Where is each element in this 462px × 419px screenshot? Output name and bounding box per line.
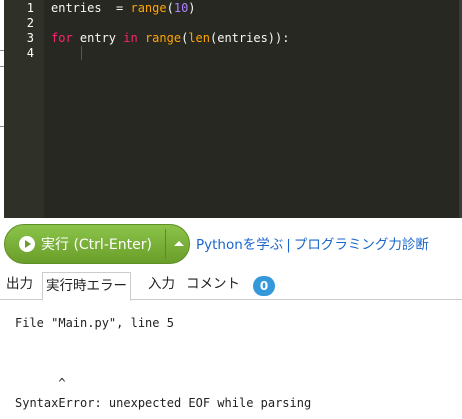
app-window: 1 2 3 4 entries = range(10) for entry in… [0,0,462,419]
code-token-function: range [130,1,167,15]
code-line-3[interactable]: for entry in range(len(entries)): [51,30,289,46]
run-toolbar: 実行 (Ctrl-Enter) Pythonを学ぶ | プログラミング力診断 [0,218,462,264]
code-token-operator: = [101,1,131,15]
tab-input[interactable]: 入力 [148,273,175,300]
run-button-group: 実行 (Ctrl-Enter) [4,224,190,264]
code-token-paren: ( [166,1,174,15]
code-token-variable: entries [51,1,102,15]
tab-runtime-error[interactable]: 実行時エラー [42,272,131,301]
learn-python-link[interactable]: Pythonを学ぶ [196,237,283,253]
result-tabs: 出力 実行時エラー 入力 コメント 0 [0,264,462,301]
line-number-gutter: 1 2 3 4 [4,0,44,218]
result-panel: 出力 実行時エラー 入力 コメント 0 File "Main.py", line… [0,264,462,419]
code-token-function: range [144,31,182,45]
comment-count-badge: 0 [253,276,275,296]
code-token-args: (entries)): [210,31,290,45]
line-number: 3 [26,31,34,45]
run-options-dropdown[interactable] [166,225,189,263]
indent-guide [81,46,82,60]
code-token-keyword: in [123,31,138,45]
code-editor[interactable]: 1 2 3 4 entries = range(10) for entry in… [0,0,462,218]
code-line-1[interactable]: entries = range(10) [51,0,196,16]
code-token-number: 10 [173,1,189,15]
output-line: ^ [15,376,66,390]
code-token-function: len [188,31,210,45]
line-number: 2 [26,16,34,30]
link-separator: | [286,237,291,253]
output-line: SyntaxError: unexpected EOF while parsin… [15,396,312,410]
line-number: 1 [26,1,34,15]
code-token-variable: entry [72,31,124,45]
code-token-paren: ) [188,1,196,15]
runtime-error-output: File "Main.py", line 5 ^ SyntaxError: une… [15,313,311,413]
play-circle-icon [19,236,35,252]
code-token-keyword: for [51,31,73,45]
run-button-label: 実行 (Ctrl-Enter) [41,237,152,253]
line-number: 4 [26,46,34,60]
run-button[interactable]: 実行 (Ctrl-Enter) [5,225,165,263]
output-line: File "Main.py", line 5 [15,316,174,330]
programming-diagnosis-link[interactable]: プログラミング力診断 [294,237,429,253]
toolbar-links: Pythonを学ぶ | プログラミング力診断 [196,233,429,253]
tab-output[interactable]: 出力 [6,273,33,300]
tab-comment[interactable]: コメント [186,273,240,300]
